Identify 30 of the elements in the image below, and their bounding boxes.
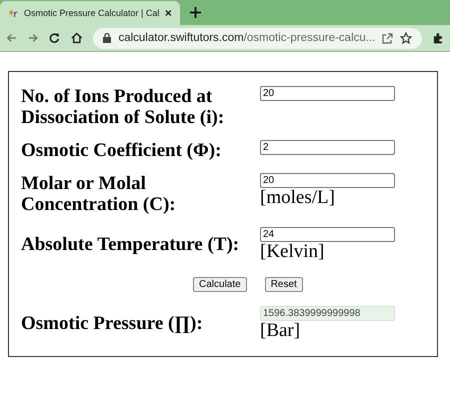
result-label: Osmotic Pressure (∏): <box>21 312 204 334</box>
forward-icon[interactable] <box>28 32 38 44</box>
back-icon[interactable] <box>6 32 17 44</box>
tab-title: Osmotic Pressure Calculator | Cal <box>24 8 160 18</box>
unit-label: [Bar] <box>260 321 302 340</box>
close-icon[interactable] <box>165 9 172 17</box>
address-bar[interactable]: calculator.swiftutors.com/osmotic-pressure-calcu... <box>93 28 422 48</box>
field-label: Absolute Temperature (T): <box>21 234 240 254</box>
input-field[interactable]: 20 <box>260 86 395 101</box>
site-logo-icon <box>8 8 18 18</box>
url-text: calculator.swiftutors.com/osmotic-pressure-calcu... <box>118 32 376 44</box>
field-label: Molar or Molal Concentration (C): <box>21 173 177 215</box>
browser-tab[interactable]: Osmotic Pressure Calculator | Cal <box>0 1 180 25</box>
home-icon[interactable] <box>70 32 82 44</box>
input-field[interactable]: 24 <box>260 227 395 242</box>
input-field[interactable]: 2 <box>260 140 395 155</box>
share-icon[interactable] <box>382 32 394 44</box>
reload-icon[interactable] <box>49 32 60 44</box>
new-tab-icon[interactable] <box>190 7 201 18</box>
puzzle-icon[interactable] <box>433 32 444 44</box>
result-field[interactable]: 1596.3839999999998 <box>260 306 395 321</box>
unit-label: [Kelvin] <box>260 242 326 261</box>
input-field[interactable]: 20 <box>260 173 395 188</box>
reset-button[interactable]: Reset <box>264 277 303 292</box>
star-icon[interactable] <box>400 32 412 44</box>
calculate-button[interactable]: Calculate <box>193 277 247 292</box>
field-label: No. of Ions Produced at Dissociation of Solute (i): <box>21 86 226 128</box>
lock-icon <box>103 33 112 43</box>
unit-label: [moles/L] <box>260 188 336 207</box>
field-label: Osmotic Coefficient (Φ): <box>21 140 222 161</box>
